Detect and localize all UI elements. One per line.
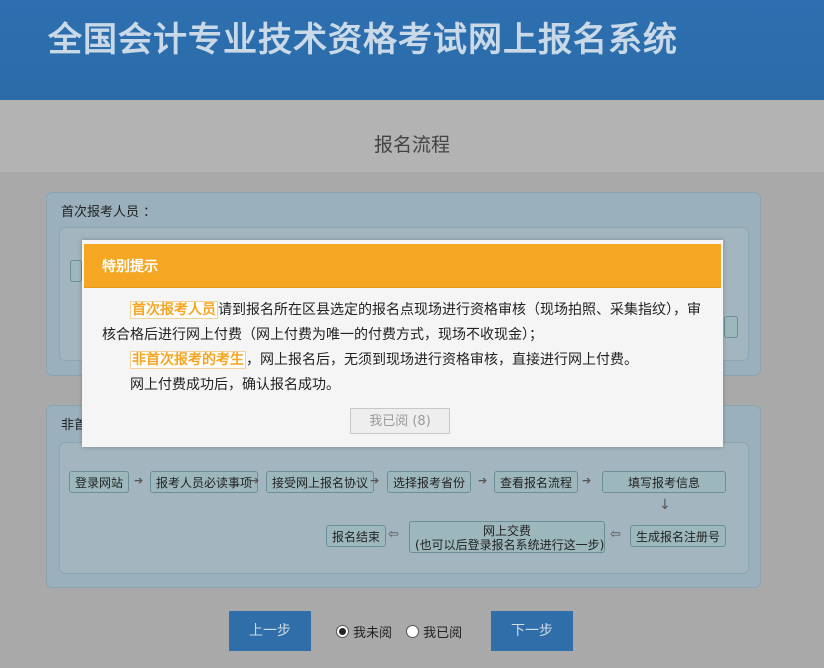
- first-time-panel-title: 首次报考人员 ：: [61, 205, 157, 220]
- step-select-province[interactable]: 选择报考省份: [387, 471, 472, 493]
- special-notice-modal: 特别提示 首次报考人员 请到报名所在区县选定的报名点现场进行资格审核（现场拍照、采…: [82, 240, 723, 447]
- notice-text-third: 网上付费成功后，确认报名成功。: [130, 377, 340, 393]
- highlight-first-time: 首次报考人员: [130, 301, 218, 319]
- non-first-time-flow-area: 登录网站 ➔ 报考人员必读事项 ➔ 接受网上报名协议 ➔ 选择报考省份 ➔ 查看…: [59, 442, 749, 574]
- radio-unread[interactable]: [336, 625, 349, 638]
- first-time-step-login[interactable]: [70, 260, 82, 282]
- arrow-right-icon: ➔: [582, 474, 592, 487]
- modal-title: 特别提示: [102, 259, 158, 275]
- step-online-payment-note: (也可以后登录报名系统进行这一步): [415, 538, 605, 552]
- acknowledge-button[interactable]: 我已阅 (8): [350, 408, 450, 434]
- radio-unread-label[interactable]: 我未阅: [353, 626, 392, 641]
- page-subtitle: 报名流程: [373, 134, 450, 156]
- step-online-payment-label: 网上交费: [482, 524, 531, 538]
- arrow-left-icon: ⇦: [388, 527, 399, 542]
- highlight-non-first-time: 非首次报考的考生: [130, 351, 246, 369]
- step-online-payment[interactable]: 网上交费 (也可以后登录报名系统进行这一步): [409, 521, 605, 553]
- arrow-down-icon: ↓: [659, 497, 671, 513]
- next-step-button[interactable]: 下一步: [491, 611, 573, 651]
- arrow-right-icon: ➔: [134, 474, 144, 487]
- notice-paragraph-first: 首次报考人员 请到报名所在区县选定的报名点现场进行资格审核（现场拍照、采集指纹），…: [102, 298, 702, 348]
- read-status-radio-group: 我未阅 我已阅: [336, 622, 472, 641]
- step-registration-end[interactable]: 报名结束: [326, 525, 387, 547]
- step-generate-registration-number[interactable]: 生成报名注册号: [630, 525, 727, 547]
- prev-step-button[interactable]: 上一步: [229, 611, 311, 651]
- first-time-step-right[interactable]: [724, 316, 738, 338]
- modal-header: 特别提示: [84, 244, 721, 288]
- arrow-left-icon: ⇦: [610, 527, 621, 542]
- notice-paragraph-third: 网上付费成功后，确认报名成功。: [102, 373, 702, 398]
- arrow-right-icon: ➔: [478, 474, 488, 487]
- step-fill-info[interactable]: 填写报考信息: [602, 471, 726, 493]
- site-title: 全国会计专业技术资格考试网上报名系统: [48, 20, 678, 60]
- step-view-process[interactable]: 查看报名流程: [494, 471, 579, 493]
- radio-read-label[interactable]: 我已阅: [423, 626, 462, 641]
- arrow-right-icon: ➔: [370, 474, 380, 487]
- site-header: 全国会计专业技术资格考试网上报名系统: [0, 0, 824, 100]
- radio-read[interactable]: [406, 625, 420, 638]
- step-accept-agreement[interactable]: 接受网上报名协议: [266, 471, 375, 493]
- arrow-right-icon: ➔: [250, 474, 260, 487]
- notice-paragraph-second: 非首次报考的考生 ，网上报名后，无须到现场进行资格审核，直接进行网上付费。: [102, 348, 702, 373]
- step-must-read[interactable]: 报考人员必读事项: [150, 471, 259, 493]
- notice-text-second: ，网上报名后，无须到现场进行资格审核，直接进行网上付费。: [246, 352, 638, 368]
- modal-body: 首次报考人员 请到报名所在区县选定的报名点现场进行资格审核（现场拍照、采集指纹），…: [102, 298, 702, 398]
- step-login-site[interactable]: 登录网站: [69, 471, 130, 493]
